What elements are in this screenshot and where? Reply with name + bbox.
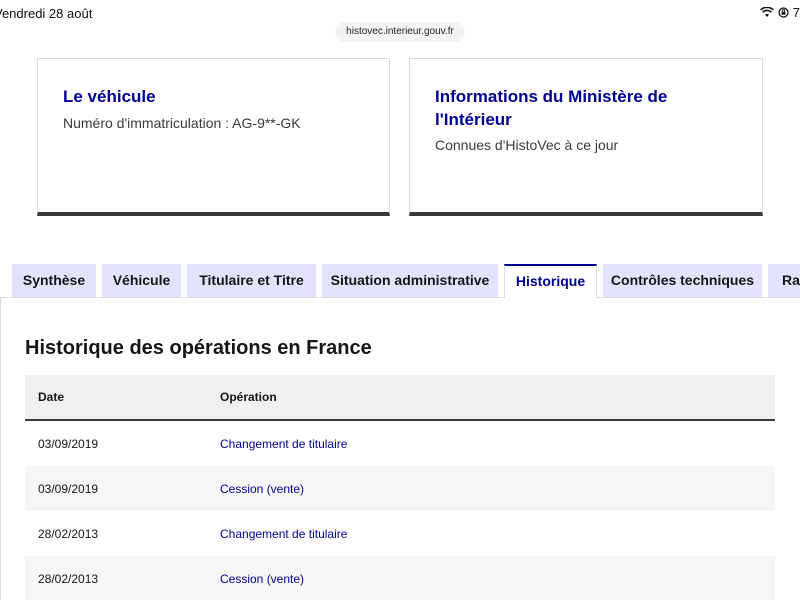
row-operation-link[interactable]: Cession (vente) [220, 572, 304, 586]
table-row: 03/09/2019 Changement de titulaire [25, 421, 775, 466]
tab-controles-techniques[interactable]: Contrôles techniques [603, 264, 762, 297]
vehicle-card-title: Le véhicule [63, 87, 156, 106]
ministry-card-title-line1: Informations du Ministère de [435, 87, 668, 106]
row-date: 28/02/2013 [38, 527, 99, 541]
tab-synthese[interactable]: Synthèse [12, 264, 96, 297]
table-header: Date Opération [25, 375, 775, 421]
tab-rapport[interactable]: Rap [768, 264, 800, 297]
registration-number: Numéro d'immatriculation : AG-9**-GK [63, 115, 301, 131]
tab-historique[interactable]: Historique [504, 264, 597, 298]
ministry-card: Informations du Ministère de l'Intérieur… [409, 58, 763, 216]
wifi-icon [759, 7, 774, 17]
row-operation-link[interactable]: Cession (vente) [220, 482, 304, 496]
tab-vehicule[interactable]: Véhicule [102, 264, 181, 297]
tab-bar: Synthèse Véhicule Titulaire et Titre Sit… [0, 264, 800, 298]
battery-percent: 7 [792, 5, 800, 20]
table-row: 28/02/2013 Changement de titulaire [25, 511, 775, 556]
header-operation: Opération [220, 390, 277, 404]
operations-table: Date Opération 03/09/2019 Changement de … [25, 375, 775, 600]
status-date: Vendredi 28 août [0, 6, 93, 21]
tab-titulaire-titre[interactable]: Titulaire et Titre [187, 264, 316, 297]
row-date: 03/09/2019 [38, 482, 99, 496]
row-operation-link[interactable]: Changement de titulaire [220, 437, 347, 451]
ministry-card-title: Informations du Ministère de l'Intérieur [435, 85, 667, 131]
header-date: Date [38, 390, 65, 404]
tab-situation-administrative[interactable]: Situation administrative [322, 264, 498, 297]
status-indicators: 7 [759, 5, 800, 20]
section-title: Historique des opérations en France [25, 337, 372, 359]
row-operation-link[interactable]: Changement de titulaire [220, 527, 347, 541]
row-date: 03/09/2019 [38, 437, 99, 451]
lock-rotation-icon [778, 7, 789, 18]
table-row: 28/02/2013 Cession (vente) [25, 556, 775, 600]
url-bar[interactable]: histovec.interieur.gouv.fr [335, 22, 465, 42]
ministry-card-title-line2: l'Intérieur [435, 110, 512, 129]
row-date: 28/02/2013 [38, 572, 99, 586]
table-row: 03/09/2019 Cession (vente) [25, 466, 775, 511]
ministry-card-text: Connues d'HistoVec à ce jour [435, 137, 619, 153]
vehicle-card: Le véhicule Numéro d'immatriculation : A… [37, 58, 390, 216]
